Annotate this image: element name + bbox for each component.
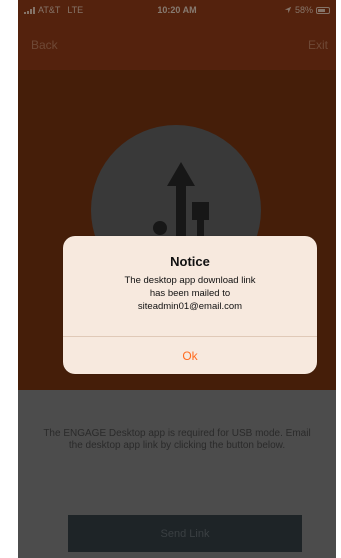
- ok-button[interactable]: Ok: [63, 337, 317, 374]
- dialog-message-line-1: The desktop app download link: [124, 275, 256, 286]
- dialog-message-email: siteadmin01@email.com: [137, 301, 243, 312]
- dialog-message-line-2: has been mailed to: [149, 288, 231, 299]
- phone-screen: AT&T LTE 10:20 AM 58% Back Exit The ENGA…: [18, 0, 336, 558]
- dialog-title: Notice: [170, 254, 210, 269]
- notice-dialog: Notice The desktop app download link has…: [63, 236, 317, 374]
- dialog-message: The desktop app download link has been m…: [73, 274, 307, 313]
